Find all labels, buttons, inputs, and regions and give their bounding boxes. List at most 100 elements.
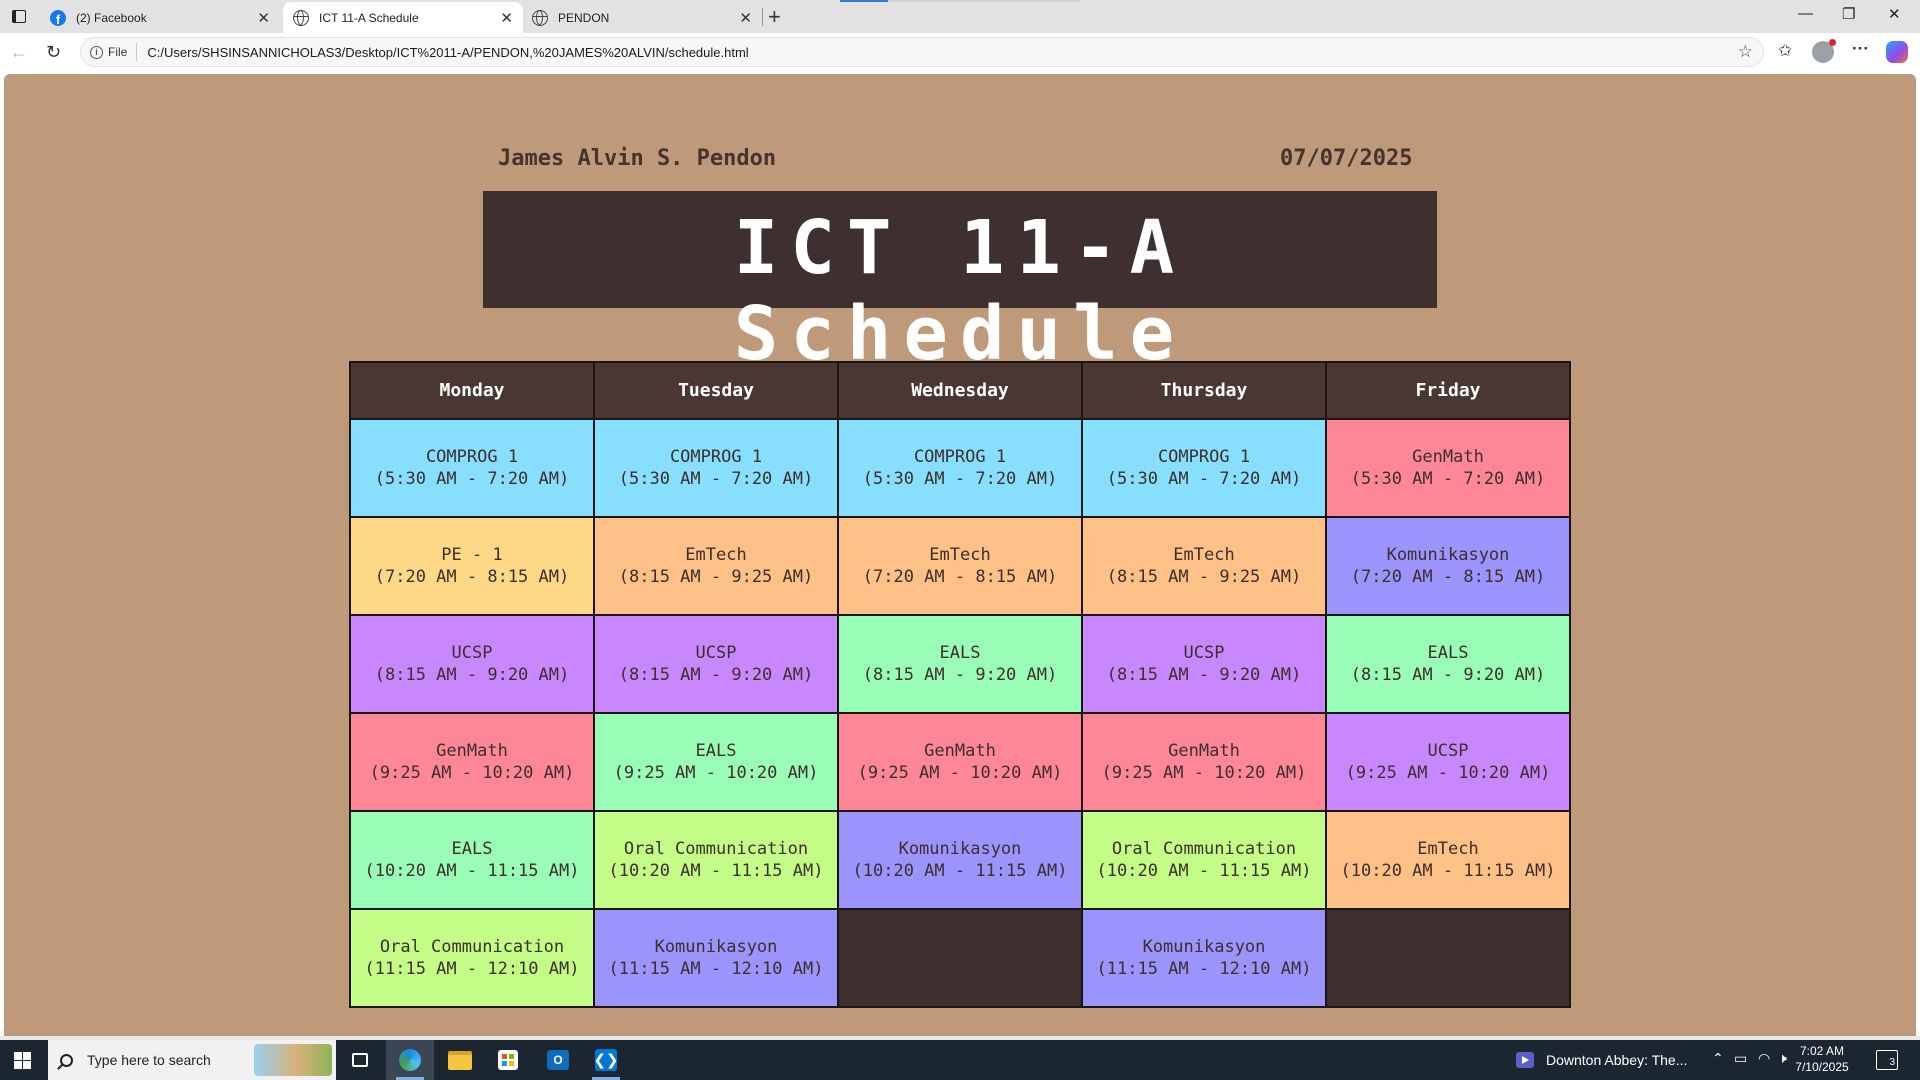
new-tab-icon[interactable]: + <box>768 4 781 30</box>
subject-name: EmTech <box>929 545 991 565</box>
subject-name: UCSP <box>695 643 737 663</box>
notifications-icon[interactable]: 3 <box>1876 1050 1898 1070</box>
tab-label: (2) Facebook <box>76 10 147 25</box>
empty-cell <box>837 908 1083 1008</box>
schedule-cell: Komunikasyon (11:15 AM - 12:10 AM) <box>593 908 839 1008</box>
browser-toolbar: ← ↻ i File C:/Users/SHSINSANNICHOLAS3/De… <box>0 33 1920 74</box>
subject-name: GenMath <box>924 741 996 761</box>
schedule-cell: GenMath (9:25 AM - 10:20 AM) <box>837 712 1083 812</box>
show-hidden-icons-icon[interactable]: ⌃ <box>1712 1050 1724 1067</box>
tab-ict-schedule[interactable]: ICT 11-A Schedule ✕ <box>283 2 523 33</box>
page-title: ICT 11-A Schedule <box>733 205 1187 377</box>
class-time: (8:15 AM - 9:20 AM) <box>862 665 1058 685</box>
favorite-star-icon[interactable]: ☆ <box>1738 42 1753 62</box>
info-icon[interactable]: i <box>90 45 103 59</box>
edge-browser-icon[interactable] <box>386 1040 434 1080</box>
class-time: (10:20 AM - 11:15 AM) <box>852 861 1068 881</box>
schedule-cell: EmTech (8:15 AM - 9:25 AM) <box>593 516 839 616</box>
class-time: (5:30 AM - 7:20 AM) <box>862 469 1058 489</box>
class-time: (9:25 AM - 10:20 AM) <box>857 763 1063 783</box>
subject-name: COMPROG 1 <box>1157 447 1251 467</box>
subject-name: Komunikasyon <box>1386 545 1510 565</box>
copilot-icon[interactable] <box>1886 41 1908 63</box>
schedule-cell: COMPROG 1 (5:30 AM - 7:20 AM) <box>349 418 595 518</box>
student-name: James Alvin S. Pendon <box>498 146 777 171</box>
url-text[interactable]: C:/Users/SHSINSANNICHOLAS3/Desktop/ICT%2… <box>147 45 748 60</box>
subject-name: GenMath <box>436 741 508 761</box>
search-placeholder: Type here to search <box>87 1052 211 1068</box>
more-menu-icon[interactable]: ··· <box>1852 39 1869 59</box>
table-row: COMPROG 1 (5:30 AM - 7:20 AM) COMPROG 1 (5:… <box>349 418 1571 518</box>
task-view-icon[interactable] <box>336 1040 384 1080</box>
table-row: Oral Communication (11:15 AM - 12:10 AM) K… <box>349 908 1571 1008</box>
class-time: (8:15 AM - 9:25 AM) <box>1106 567 1302 587</box>
restore-icon[interactable]: ❐ <box>1842 5 1855 23</box>
subject-name: COMPROG 1 <box>913 447 1007 467</box>
table-row: PE - 1 (7:20 AM - 8:15 AM) EmTech (8:15 AM … <box>349 516 1571 616</box>
search-highlight-image <box>254 1044 332 1076</box>
taskbar-clock[interactable]: 7:02 AM 7/10/2025 <box>1792 1043 1852 1075</box>
display-icon[interactable]: ▭ <box>1734 1050 1747 1067</box>
vscode-icon[interactable]: ❮❯ <box>582 1040 630 1080</box>
subject-name: Oral Communication <box>379 937 565 957</box>
windows-start-icon[interactable] <box>14 1052 31 1069</box>
schedule-cell: EALS (10:20 AM - 11:15 AM) <box>349 810 595 910</box>
class-time: (11:15 AM - 12:10 AM) <box>364 959 580 979</box>
class-time: (7:20 AM - 8:15 AM) <box>1350 567 1546 587</box>
schedule-cell: Komunikasyon (7:20 AM - 8:15 AM) <box>1325 516 1571 616</box>
notification-count: 3 <box>1889 1057 1895 1068</box>
class-time: (8:15 AM - 9:20 AM) <box>1106 665 1302 685</box>
column-header: Wednesday <box>837 361 1083 420</box>
schedule-cell: UCSP (8:15 AM - 9:20 AM) <box>349 614 595 714</box>
table-row: EALS (10:20 AM - 11:15 AM) Oral Communicat… <box>349 810 1571 910</box>
close-icon[interactable]: ✕ <box>500 9 513 27</box>
network-icon[interactable]: ◠ <box>1758 1050 1770 1067</box>
close-icon[interactable]: ✕ <box>739 9 752 27</box>
address-bar[interactable]: i File C:/Users/SHSINSANNICHOLAS3/Deskto… <box>80 37 1764 67</box>
class-time: (9:25 AM - 10:20 AM) <box>613 763 819 783</box>
profile-avatar[interactable] <box>1812 39 1836 63</box>
schedule-cell: UCSP (8:15 AM - 9:20 AM) <box>593 614 839 714</box>
schedule-cell: GenMath (9:25 AM - 10:20 AM) <box>1081 712 1327 812</box>
close-icon[interactable]: ✕ <box>257 9 270 27</box>
file-explorer-icon[interactable] <box>436 1040 484 1080</box>
search-icon <box>60 1053 73 1067</box>
globe-icon <box>532 9 548 26</box>
globe-icon <box>293 9 309 26</box>
class-time: (8:15 AM - 9:20 AM) <box>618 665 814 685</box>
class-time: (5:30 AM - 7:20 AM) <box>1350 469 1546 489</box>
back-icon[interactable]: ← <box>10 42 28 63</box>
class-time: (8:15 AM - 9:20 AM) <box>1350 665 1546 685</box>
column-header: Friday <box>1325 361 1571 420</box>
schedule-cell: Komunikasyon (10:20 AM - 11:15 AM) <box>837 810 1083 910</box>
subject-name: Komunikasyon <box>898 839 1022 859</box>
class-time: (10:20 AM - 11:15 AM) <box>608 861 824 881</box>
subject-name: EALS <box>1427 643 1469 663</box>
reload-icon[interactable]: ↻ <box>46 42 61 63</box>
column-header: Tuesday <box>593 361 839 420</box>
minimize-icon[interactable]: — <box>1798 5 1813 22</box>
media-widget[interactable]: Downton Abbey: The... <box>1516 1040 1687 1080</box>
tab-actions-icon[interactable] <box>8 6 30 26</box>
table-header-row: Monday Tuesday Wednesday Thursday Friday <box>349 361 1571 420</box>
table-row: UCSP (8:15 AM - 9:20 AM) UCSP (8:15 AM - 9:… <box>349 614 1571 714</box>
favorites-icon[interactable]: ✩ <box>1778 41 1792 61</box>
column-header: Monday <box>349 361 595 420</box>
class-time: (8:15 AM - 9:20 AM) <box>374 665 570 685</box>
taskbar-search[interactable]: Type here to search <box>48 1040 336 1080</box>
schedule-cell: EALS (9:25 AM - 10:20 AM) <box>593 712 839 812</box>
tab-pendon[interactable]: PENDON ✕ <box>522 2 762 33</box>
volume-muted-icon[interactable]: 🕨 <box>1778 1050 1787 1067</box>
omnibox-separator <box>136 43 138 61</box>
microsoft-store-icon[interactable] <box>484 1040 532 1080</box>
close-window-icon[interactable]: ✕ <box>1888 5 1901 23</box>
subject-name: Oral Communication <box>623 839 809 859</box>
tab-facebook[interactable]: f (2) Facebook ✕ <box>40 2 280 33</box>
class-time: (5:30 AM - 7:20 AM) <box>618 469 814 489</box>
schedule-cell: PE - 1 (7:20 AM - 8:15 AM) <box>349 516 595 616</box>
outlook-icon[interactable]: O <box>534 1040 582 1080</box>
subject-name: COMPROG 1 <box>669 447 763 467</box>
subject-name: EmTech <box>685 545 747 565</box>
schedule-cell: GenMath (9:25 AM - 10:20 AM) <box>349 712 595 812</box>
empty-cell <box>1325 908 1571 1008</box>
